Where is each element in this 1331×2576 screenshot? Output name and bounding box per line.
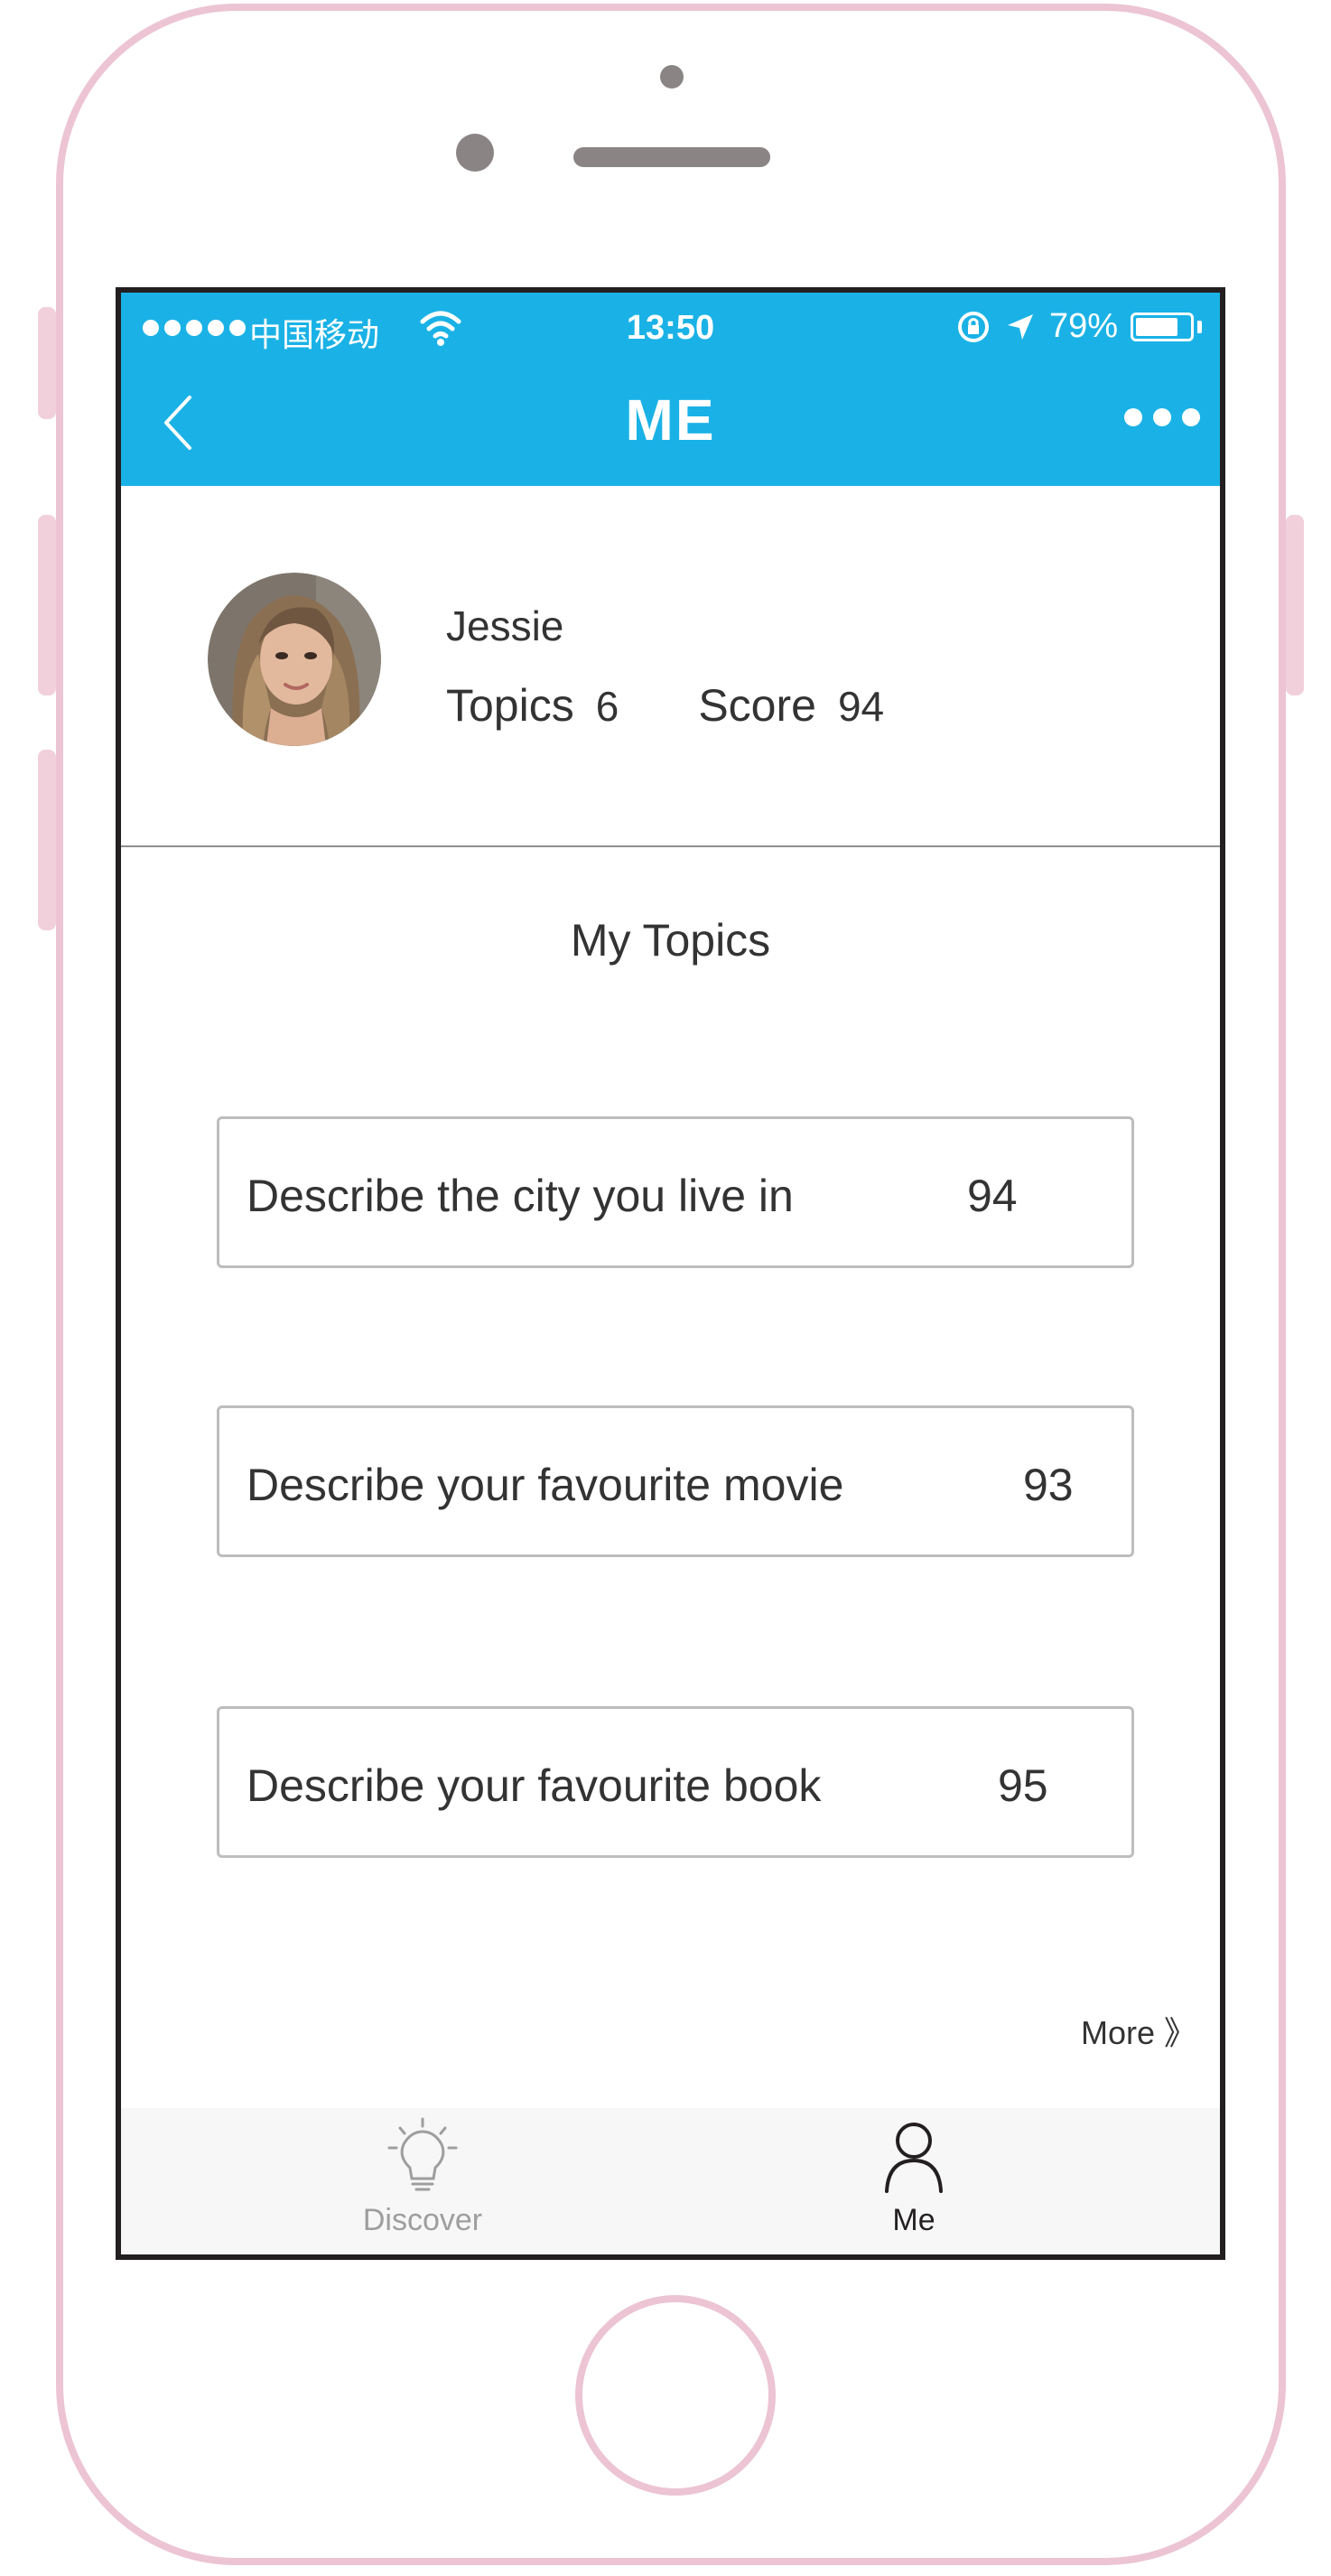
avatar[interactable] [208,573,381,746]
topic-name: Describe your favourite book [247,1760,822,1811]
front-camera [456,134,494,172]
battery-icon [1131,312,1194,341]
user-name: Jessie [446,602,564,649]
topic-row[interactable]: Describe the city you live in 94 [217,1116,1134,1268]
topics-label: Topics [446,680,574,731]
tab-label: Me [892,2203,935,2237]
topic-row[interactable]: Describe your favourite movie 93 [217,1405,1134,1557]
more-link[interactable]: More 》 [1081,2007,1196,2054]
side-button-power [1286,515,1304,695]
tab-label: Discover [362,2203,483,2237]
person-icon [885,2123,943,2193]
avatar-portrait-image [208,573,381,746]
battery-percent: 79% [1048,307,1118,345]
location-arrow-icon [1007,313,1033,340]
app-screen: 中国移动 13:50 79% ME Jessie Topics 6 Score … [116,287,1225,2260]
side-button-volume-up [38,515,56,695]
battery-cap [1197,320,1202,333]
topic-name: Describe the city you live in [247,1171,794,1221]
status-right: 79% [955,307,1202,346]
side-button-volume-down [38,750,56,930]
user-stats: Topics 6 Score 94 [446,679,963,732]
score-label: Score [698,680,816,731]
tab-me[interactable]: Me [778,2117,1049,2238]
nav-bar: 中国移动 13:50 79% ME [121,293,1220,486]
topic-score: 94 [967,1171,1018,1221]
tab-bar: Discover Me [121,2108,1220,2254]
topic-score: 95 [998,1760,1048,1811]
status-bar: 中国移动 13:50 79% [121,293,1220,365]
topic-score: 93 [1023,1460,1074,1510]
earpiece-speaker [573,147,770,167]
page-title: ME [625,387,716,453]
home-button[interactable] [575,2295,776,2496]
lightbulb-icon [387,2117,458,2191]
topic-name: Describe your favourite movie [247,1460,844,1510]
more-options-icon[interactable] [1124,408,1200,426]
side-button-mute [38,307,56,419]
score-value: 94 [837,683,885,730]
proximity-sensor [660,65,684,89]
tab-discover[interactable]: Discover [287,2117,558,2238]
topics-count: 6 [595,683,619,730]
section-title: My Topics [570,915,771,966]
profile-header: Jessie Topics 6 Score 94 [121,486,1220,847]
topic-row[interactable]: Describe your favourite book 95 [217,1706,1134,1858]
rotation-lock-icon [957,311,989,342]
